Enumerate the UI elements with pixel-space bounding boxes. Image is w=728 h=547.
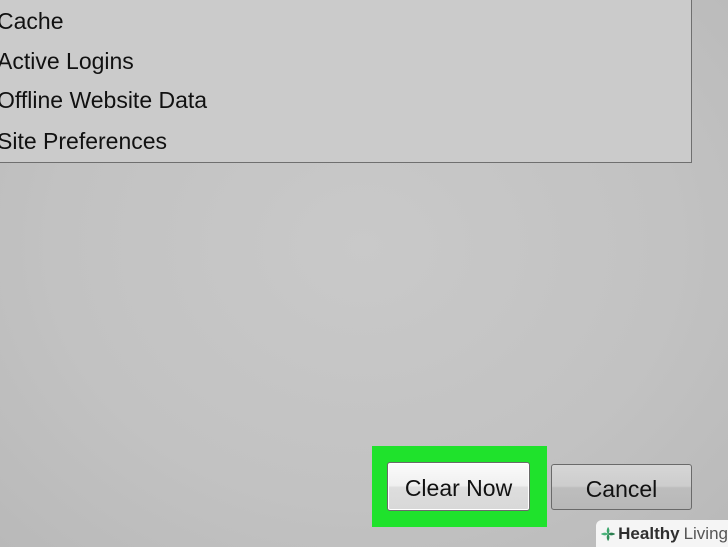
leaf-cross-icon — [600, 526, 616, 541]
list-item-cache[interactable]: Cache — [0, 7, 63, 35]
list-item-active-logins[interactable]: Active Logins — [0, 47, 134, 75]
history-options-list: Cache Active Logins Offline Website Data… — [0, 0, 692, 163]
watermark-brand-light: Living — [683, 523, 728, 543]
watermark: Healthy Living — [596, 520, 728, 547]
watermark-brand-bold: Healthy — [618, 523, 680, 543]
cancel-button[interactable]: Cancel — [551, 464, 692, 510]
list-item-offline-website-data[interactable]: Offline Website Data — [0, 86, 207, 114]
clear-now-button[interactable]: Clear Now — [387, 462, 530, 511]
list-item-site-preferences[interactable]: Site Preferences — [0, 127, 167, 155]
